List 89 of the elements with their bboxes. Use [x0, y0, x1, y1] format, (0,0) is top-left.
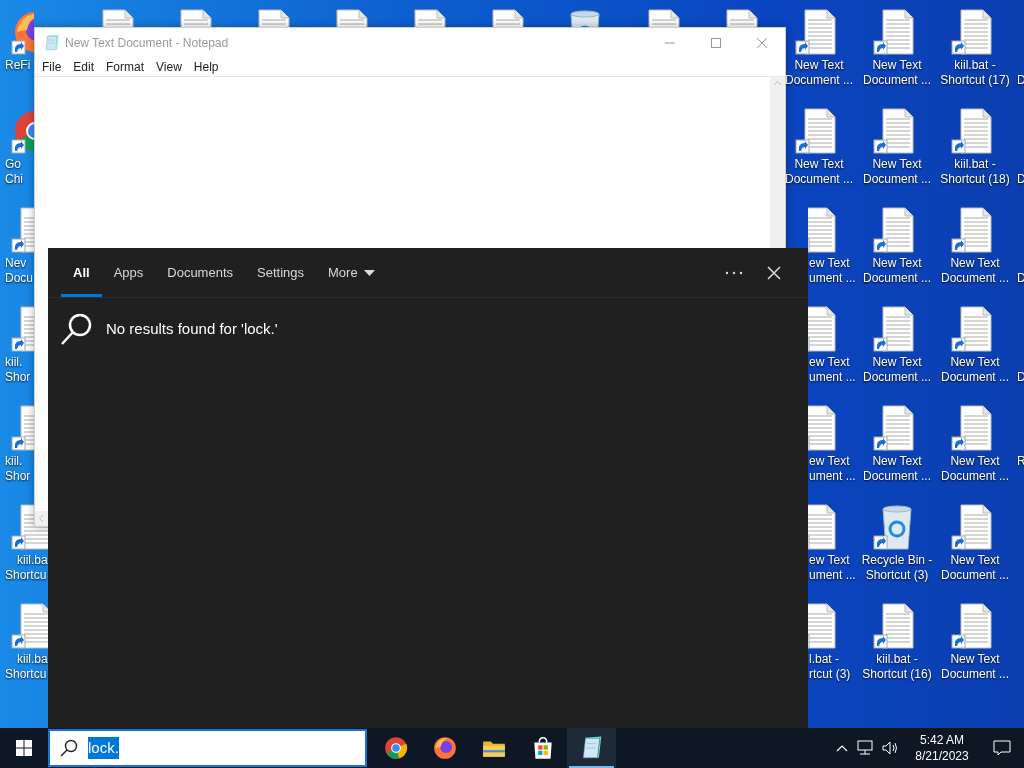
no-results-message: No results found for 'lock.' [106, 318, 278, 339]
icon-label: New Text [871, 454, 923, 469]
icon-label: Go [5, 157, 21, 172]
icon-label: Chi [5, 172, 23, 187]
icon-label: New Text [871, 355, 923, 370]
search-tab[interactable]: Documents [155, 248, 245, 297]
icon-label: Nev [5, 256, 27, 271]
caret-icon [363, 269, 375, 276]
icon-label: kiil.bat - [953, 157, 997, 172]
icon-label: New Text [949, 256, 1001, 271]
chrome-icon [382, 735, 409, 761]
icon-label: Shor [5, 370, 31, 385]
icon-label: New Text [949, 652, 1001, 667]
icon-label: Document ... [862, 271, 932, 286]
clock[interactable]: 5:42 AM 8/21/2023 [904, 728, 980, 768]
icon-label: Document ... [940, 271, 1010, 286]
icon-label: Document ... [784, 172, 854, 187]
search-tab[interactable]: Apps [101, 248, 156, 297]
search-icon [60, 739, 78, 757]
speaker-icon[interactable] [882, 740, 900, 756]
icon-label: Docu [5, 271, 33, 286]
clock-date: 8/21/2023 [915, 748, 969, 764]
icon-label: Document ... [940, 667, 1010, 682]
icon-label: ument ... [809, 469, 856, 484]
icon-label: New Text [949, 553, 1001, 568]
icon-label: New Text [793, 58, 845, 73]
icon-label: Shortcut (3) [864, 568, 930, 583]
icon-label: kiil. [5, 355, 23, 370]
close-icon [767, 265, 781, 280]
menu-item[interactable]: View [151, 57, 187, 76]
icon-label: New Text [871, 256, 923, 271]
icon-label: Document ... [940, 370, 1010, 385]
icon-label: rtcut (3) [809, 667, 851, 682]
icon-label: ument ... [809, 568, 856, 583]
icon-label: Shor [5, 469, 31, 484]
menu-item[interactable]: Edit [68, 57, 100, 76]
scroll-left-icon [38, 514, 44, 523]
firefox-icon [431, 735, 458, 761]
icon-label: ument ... [809, 271, 856, 286]
window-title: New Text Document - Notepad [65, 34, 229, 52]
icon-label: ew Text [809, 256, 850, 271]
icon-label: ew Text [809, 355, 850, 370]
icon-label: Document ... [940, 469, 1010, 484]
chevron-up-icon[interactable] [836, 744, 848, 752]
icon-label: New Text [871, 58, 923, 73]
icon-label: kiil.ba [17, 652, 48, 667]
icon-label: New Text [949, 454, 1001, 469]
search-text: lock. [88, 736, 119, 760]
menu-item[interactable]: Format [101, 57, 150, 76]
icon-label: Recycle Bin - [860, 553, 934, 568]
icon-label: kiil.bat - [875, 652, 919, 667]
icon-label: Shortcut (16) [861, 667, 933, 682]
icon-label: Document ... [862, 469, 932, 484]
search-tab[interactable]: Settings [245, 248, 316, 297]
speech-bubble-icon [993, 740, 1011, 756]
icon-label: Shortcu [5, 667, 47, 682]
icon-label: Shortcut (17) [939, 73, 1011, 88]
icon-label: Document ... [784, 73, 854, 88]
icon-label: New Text [793, 157, 845, 172]
network-icon[interactable] [856, 740, 874, 756]
search-tab[interactable]: More [316, 248, 387, 297]
maximize-icon [710, 36, 722, 49]
icon-label: New Text [871, 157, 923, 172]
taskbar-search-field[interactable]: lock. [48, 729, 367, 767]
icon-label: Shortcut (18) [939, 172, 1011, 187]
clock-time: 5:42 AM [920, 732, 964, 748]
menu-item[interactable]: Help [188, 57, 224, 76]
icon-label: ReFi [5, 58, 31, 73]
icon-label: Document ... [862, 172, 932, 187]
icon-label: Document ... [862, 370, 932, 385]
icon-label: New Text [949, 355, 1001, 370]
menu-item[interactable]: File [37, 57, 67, 76]
icon-label: ument ... [809, 370, 856, 385]
vertical-scrollbar[interactable] [770, 77, 785, 248]
icon-label: kiil. [5, 454, 23, 469]
search-tab[interactable]: All [61, 248, 102, 297]
windows-logo-icon [16, 740, 32, 756]
ellipsis-icon [725, 270, 743, 275]
icon-label: Document ... [940, 568, 1010, 583]
icon-label: l.bat - [809, 652, 839, 667]
search-icon [60, 312, 94, 346]
close-icon [756, 36, 768, 49]
icon-label: ew Text [809, 454, 850, 469]
icon-label: kiil.ba [17, 553, 48, 568]
taskbar-app-button[interactable] [567, 728, 616, 768]
icon-label: Shortcu [5, 568, 47, 583]
icon-label: ew Text [809, 553, 850, 568]
icon-label: kiil.bat - [953, 58, 997, 73]
icon-label: Document ... [862, 73, 932, 88]
